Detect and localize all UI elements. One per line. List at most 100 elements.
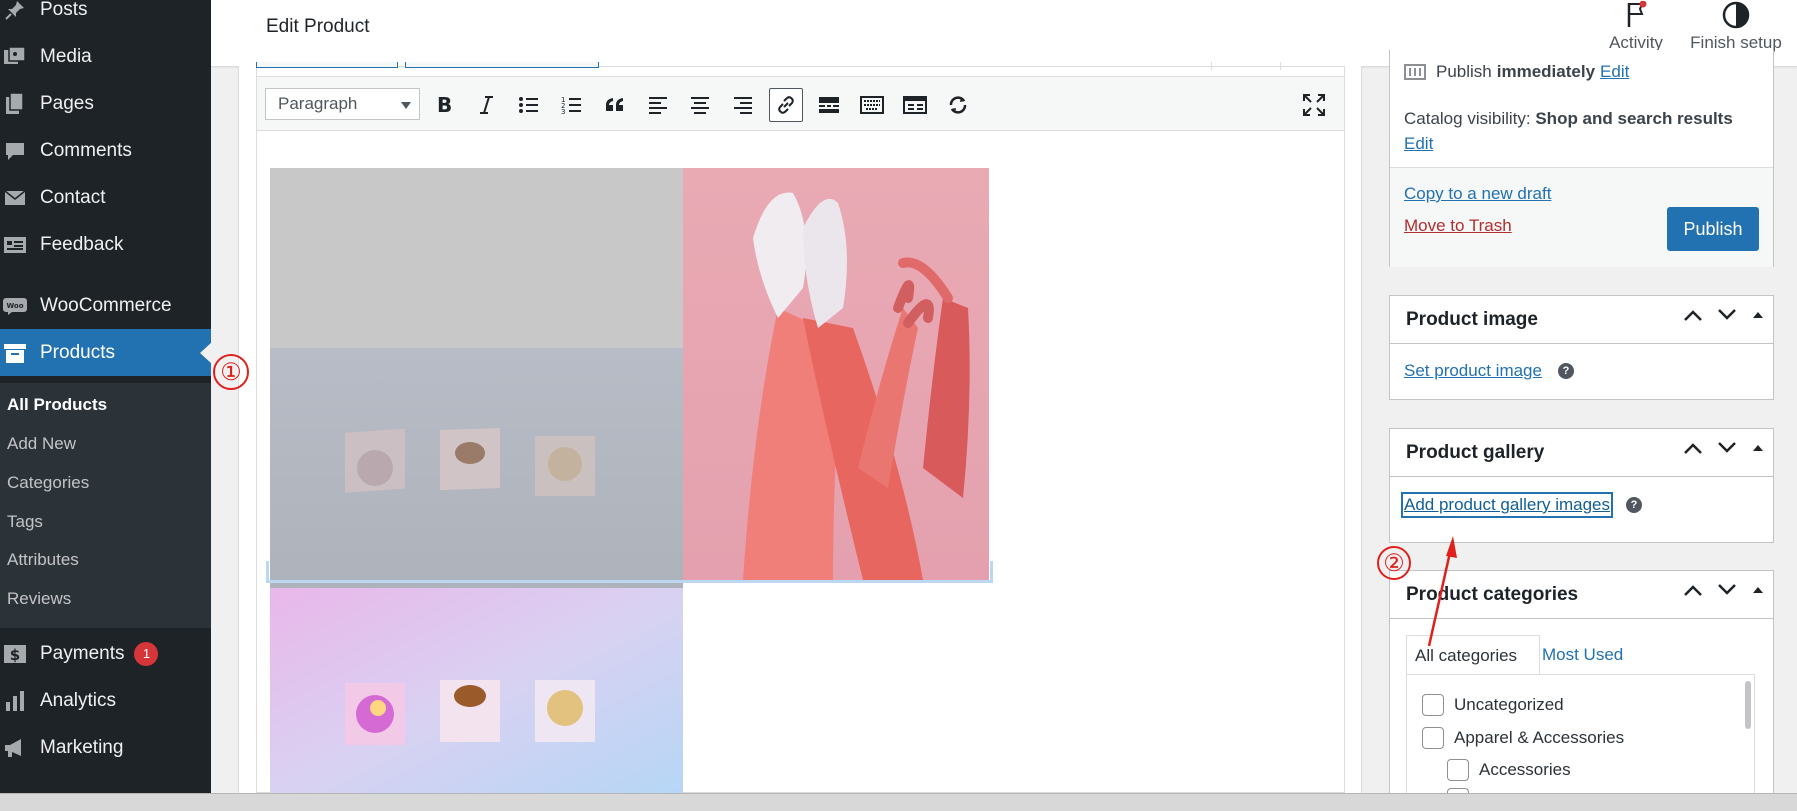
cubes-image-grey [270,348,683,588]
grey-image-top [270,168,683,348]
align-left-button[interactable] [641,88,675,122]
chevron-up-icon[interactable] [1683,441,1703,455]
category-row: Accessories [1447,759,1571,781]
submenu-all-products[interactable]: All Products [7,395,107,415]
fullscreen-icon [1303,94,1325,116]
sidebar-item-marketing[interactable]: Marketing [0,724,211,771]
svg-text:3: 3 [561,108,565,115]
panel-controls [1683,441,1765,455]
sidebar-item-comments[interactable]: Comments [0,127,211,174]
svg-text:$: $ [10,646,20,664]
set-image-row: Set product image ? [1404,361,1574,381]
tab-most-used[interactable]: Most Used [1542,645,1623,665]
submenu-attributes[interactable]: Attributes [7,550,79,570]
collapse-triangle-icon[interactable] [1751,583,1765,597]
catalog-visibility-value: Shop and search results [1535,109,1733,128]
half-circle-icon [1681,0,1791,30]
sidebar-item-products[interactable]: Products [0,329,212,376]
publish-label: Publish [1436,62,1492,81]
help-icon[interactable]: ? [1557,363,1574,379]
help-icon[interactable]: ? [1626,497,1643,513]
add-gallery-images-link[interactable]: Add product gallery images [1400,492,1614,518]
sidebar-item-label: Marketing [40,736,124,758]
publish-schedule-row: Publish immediately Edit [1404,62,1629,82]
publish-button[interactable]: Publish [1667,207,1759,251]
blockquote-button[interactable] [598,88,632,122]
sneakers-image [683,168,989,580]
insert-link-button[interactable] [769,88,803,122]
sidebar-item-woocommerce[interactable]: Woo WooCommerce [0,282,211,329]
chevron-up-icon[interactable] [1683,308,1703,322]
chevron-down-icon[interactable] [1717,308,1737,322]
align-center-icon [691,97,709,114]
copy-to-draft-link[interactable]: Copy to a new draft [1404,184,1551,204]
sidebar-item-feedback[interactable]: Feedback [0,221,211,268]
sidebar-item-label: Feedback [40,233,124,255]
chevron-up-icon[interactable] [1683,583,1703,597]
align-center-button[interactable] [683,88,717,122]
sidebar-item-contact[interactable]: Contact [0,174,211,221]
sidebar-item-posts[interactable]: Posts [0,0,211,33]
product-image-panel: Product image Set product image ? [1389,295,1774,400]
bold-icon: B [437,95,452,115]
tab-visual[interactable] [256,62,398,68]
toolbar-toggle-button[interactable] [855,88,889,122]
submenu-add-new[interactable]: Add New [7,434,76,454]
collapse-triangle-icon[interactable] [1751,308,1765,322]
finish-setup-button[interactable]: Finish setup [1681,0,1791,53]
sidebar-item-payments[interactable]: $ Payments 1 [0,630,211,677]
sidebar-item-analytics[interactable]: Analytics [0,677,211,724]
pin-icon [2,0,28,23]
sidebar-item-media[interactable]: Media [0,33,211,80]
refresh-button[interactable] [941,88,975,122]
move-to-trash-link[interactable]: Move to Trash [1404,216,1512,236]
catalog-visibility-edit-link[interactable]: Edit [1404,134,1433,154]
read-more-button[interactable] [812,88,846,122]
page-title: Edit Product [266,16,370,37]
products-submenu: All Products Add New Categories Tags Att… [0,383,211,628]
dollar-icon: $ [2,641,28,667]
bold-button[interactable]: B [427,88,461,122]
svg-text:B: B [437,95,452,115]
fullscreen-button[interactable] [1297,88,1331,122]
numbered-list-button[interactable]: 123 [555,88,589,122]
editor-toolbar: Paragraph B 123 [256,76,1345,131]
read-more-icon [819,97,839,113]
feedback-icon [2,232,28,258]
category-label: Uncategorized [1454,695,1564,714]
bottom-scrollbar-strip[interactable] [0,793,1797,811]
format-select[interactable]: Paragraph [265,88,420,120]
quote-icon [606,98,623,111]
chevron-down-icon[interactable] [1717,441,1737,455]
sidebar-item-label: Products [40,341,115,363]
categories-scrollbar[interactable] [1745,681,1751,729]
woo-icon: Woo [2,293,28,319]
sidebar-item-pages[interactable]: Pages [0,80,211,127]
category-checkbox[interactable] [1422,694,1444,716]
admin-sidebar: Posts Media Pages Comments Contact Feedb… [0,0,212,793]
sidebar-item-label: Posts [40,0,88,20]
category-checkbox[interactable] [1447,759,1469,781]
chevron-down-icon[interactable] [1717,583,1737,597]
activity-button[interactable]: Activity [1596,0,1676,53]
submenu-categories[interactable]: Categories [7,473,89,493]
category-row: Uncategorized [1422,694,1564,716]
bullet-list-button[interactable] [512,88,546,122]
panel-controls [1683,583,1765,597]
product-gallery-header: Product gallery [1390,429,1773,477]
align-left-icon [649,97,667,114]
tab-text[interactable] [405,62,599,68]
set-product-image-link[interactable]: Set product image [1404,361,1542,381]
category-checkbox[interactable] [1422,727,1444,749]
product-table-button[interactable] [898,88,932,122]
submenu-reviews[interactable]: Reviews [7,589,71,609]
align-right-button[interactable] [726,88,760,122]
payments-count-badge: 1 [134,641,159,666]
panel-controls [1683,308,1765,322]
publish-edit-link[interactable]: Edit [1600,62,1629,82]
add-gallery-row: Add product gallery images ? [1400,492,1643,518]
collapse-triangle-icon[interactable] [1751,441,1765,455]
submenu-tags[interactable]: Tags [7,512,43,532]
italic-button[interactable] [469,88,503,122]
sidebar-item-label: Payments [40,642,125,664]
